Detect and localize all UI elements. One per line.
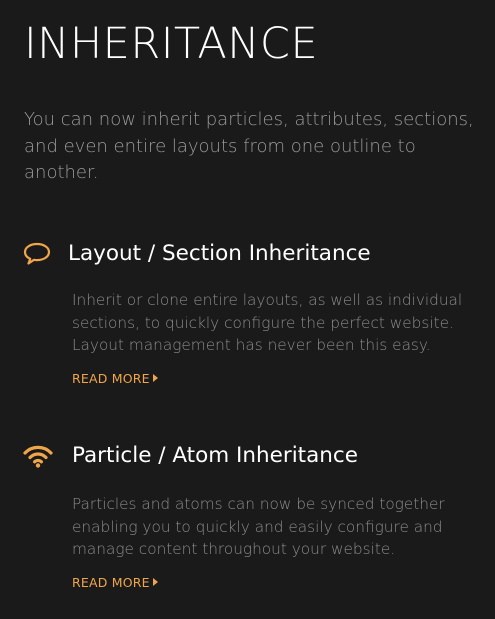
read-more-label: READ MORE bbox=[72, 370, 150, 386]
feature-description: Inherit or clone entire layouts, as well… bbox=[72, 291, 463, 354]
feature-description: Particles and atoms can now be synced to… bbox=[72, 495, 445, 558]
speech-bubble-icon bbox=[22, 239, 54, 269]
caret-right-icon bbox=[152, 578, 158, 586]
feature-header: Particle / Atom Inheritance bbox=[22, 441, 477, 471]
feature-layout-section: Layout / Section Inheritance Inherit or … bbox=[22, 239, 477, 387]
feature-title: Particle / Atom Inheritance bbox=[72, 443, 358, 468]
feature-particle-atom: Particle / Atom Inheritance Particles an… bbox=[22, 441, 477, 591]
feature-title: Layout / Section Inheritance bbox=[68, 241, 371, 266]
read-more-label: READ MORE bbox=[72, 574, 150, 590]
page: INHERITANCE You can now inherit particle… bbox=[0, 0, 495, 619]
read-more-link[interactable]: READ MORE bbox=[72, 575, 158, 590]
intro-text: You can now inherit particles, attribute… bbox=[24, 109, 474, 183]
caret-right-icon bbox=[152, 374, 158, 382]
wifi-icon bbox=[22, 441, 54, 471]
page-title: INHERITANCE bbox=[24, 19, 319, 69]
feature-header: Layout / Section Inheritance bbox=[22, 239, 477, 269]
read-more-link[interactable]: READ MORE bbox=[72, 371, 158, 386]
